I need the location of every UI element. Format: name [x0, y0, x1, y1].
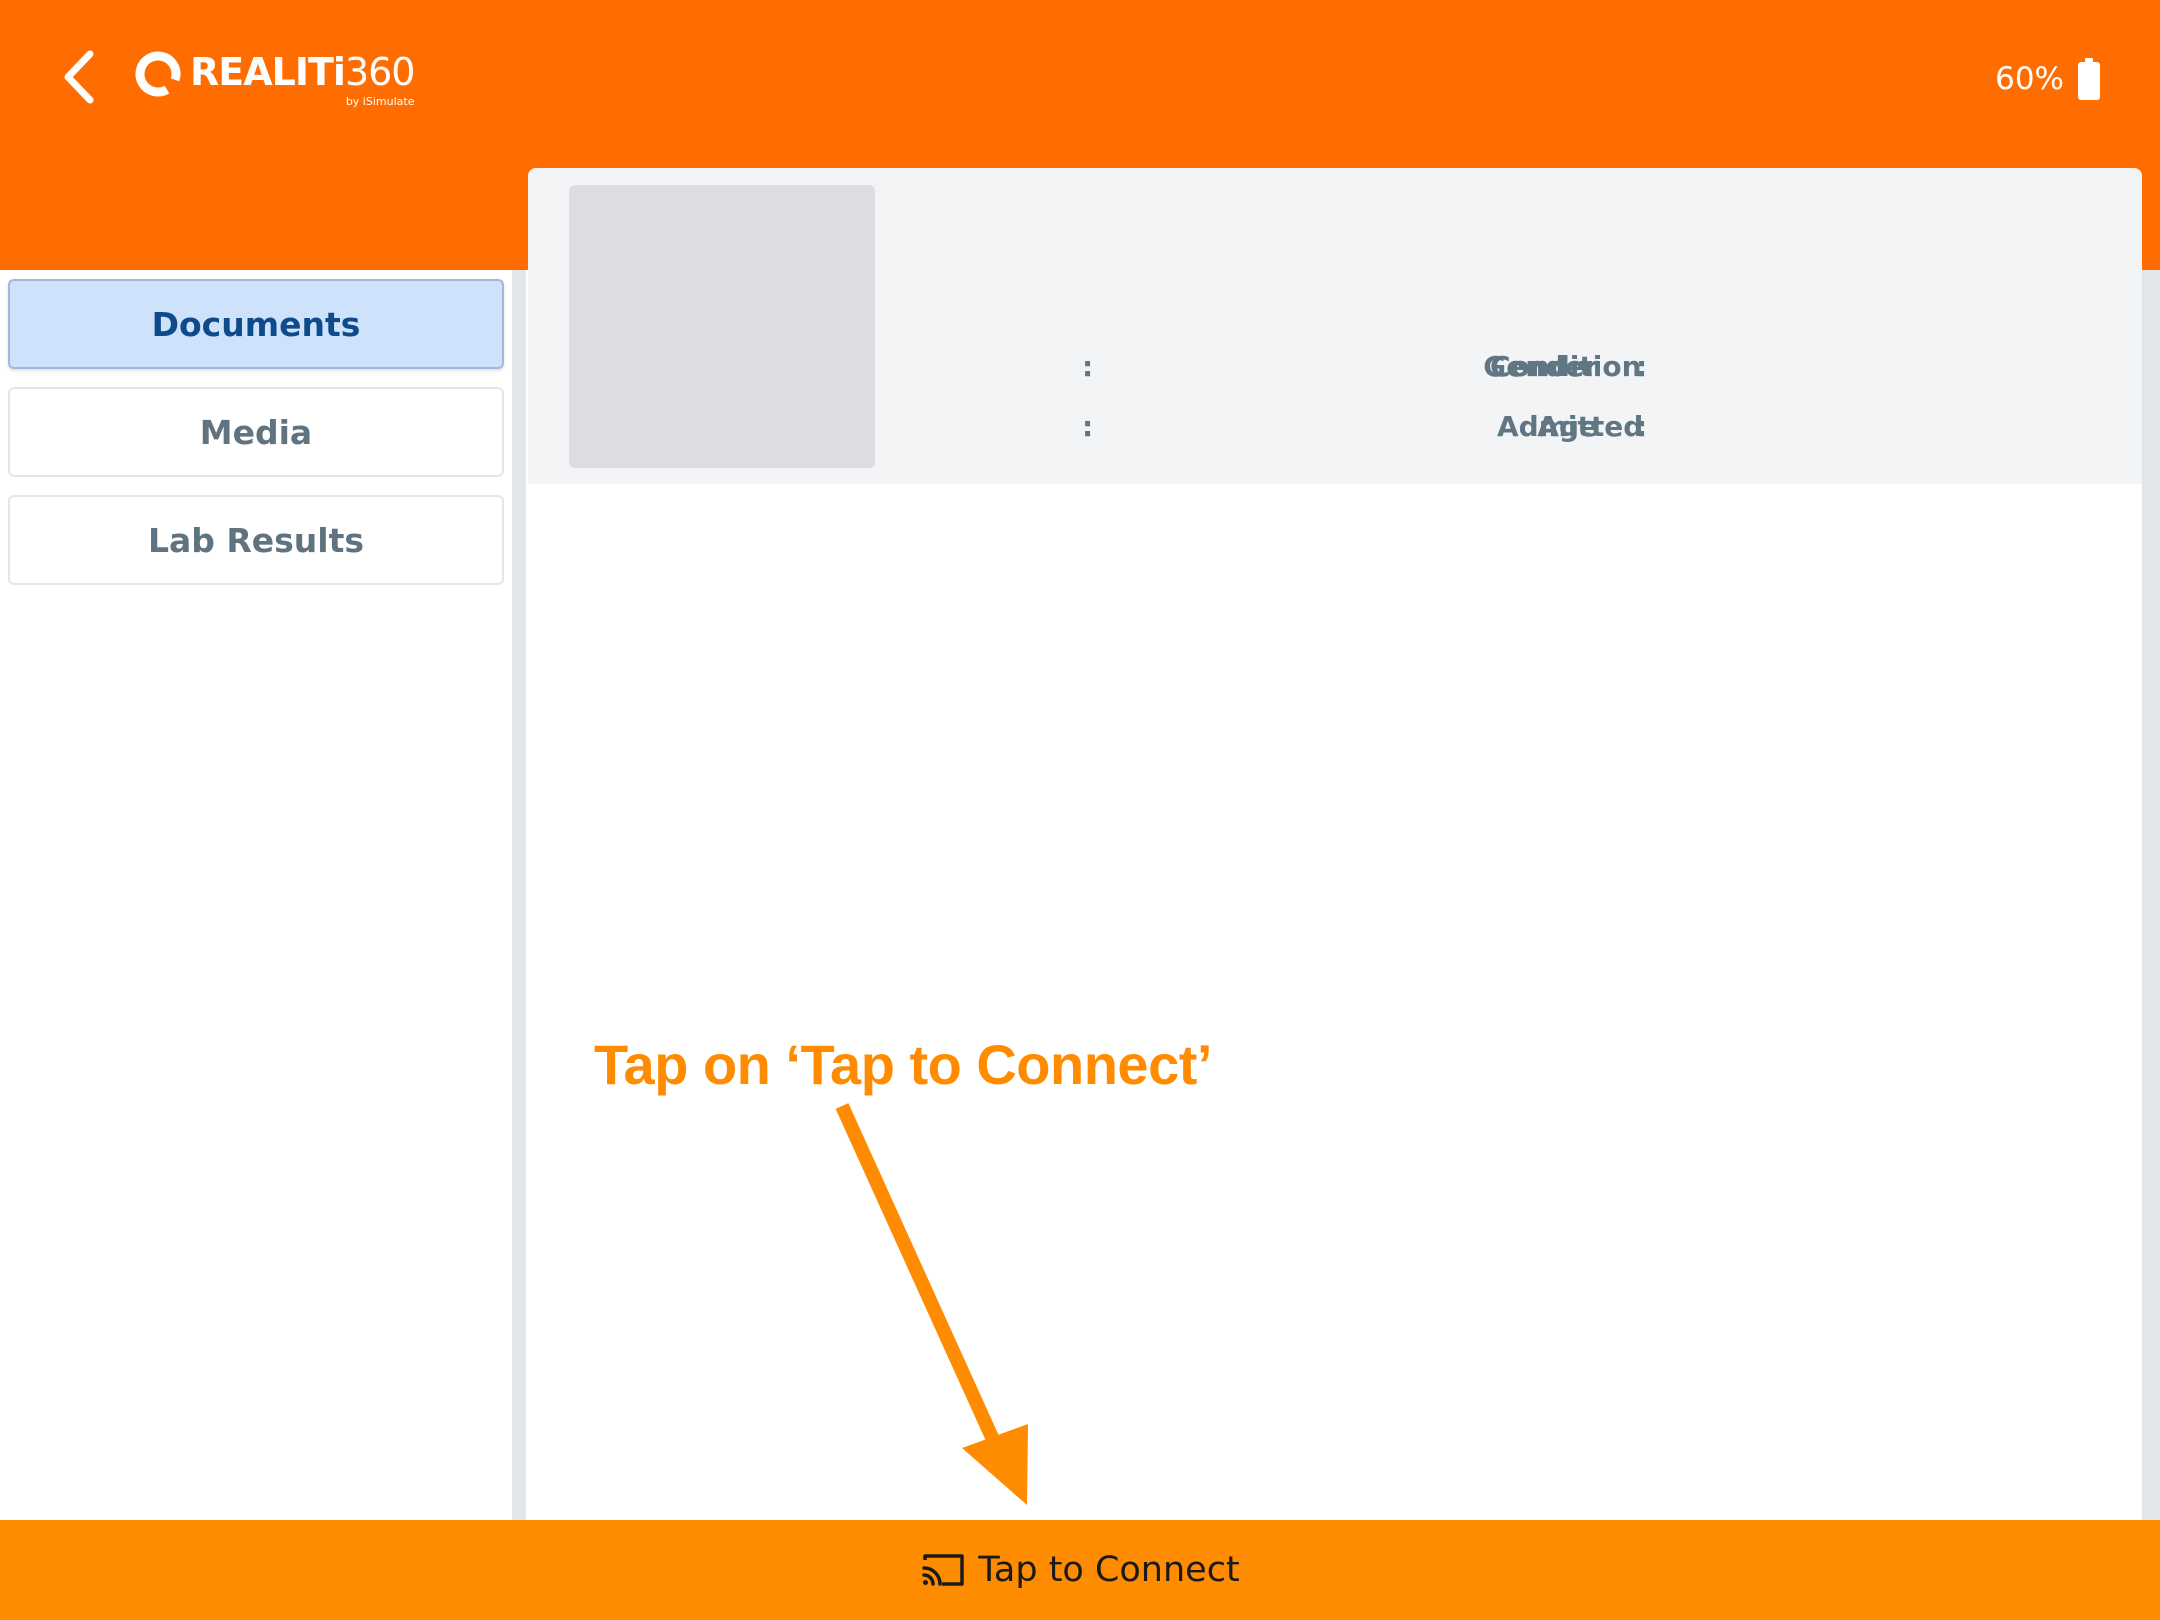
admitted-label: Admitted — [1497, 410, 1644, 443]
logo-ring-icon — [135, 51, 181, 97]
chevron-left-icon — [64, 50, 94, 104]
sidebar-item-label: Lab Results — [147, 520, 365, 560]
condition-separator: : — [1636, 350, 1648, 383]
gender-separator: : — [1082, 350, 1094, 383]
back-button[interactable] — [50, 40, 110, 114]
sidebar-item-lab-results[interactable]: Lab Results — [8, 495, 504, 585]
logo-wordmark: REALITi360 — [190, 50, 415, 94]
age-separator: : — [1082, 410, 1094, 443]
sidebar-item-label: Documents — [151, 304, 361, 344]
right-gutter — [2142, 270, 2160, 1520]
sidebar: Documents Media Lab Results — [0, 270, 526, 1520]
battery-icon — [2078, 58, 2100, 100]
main-panel: Gender : Age : Condition : Admitted : — [528, 168, 2142, 1520]
logo-subtitle: by iSimulate — [345, 95, 415, 108]
admitted-separator: : — [1636, 410, 1648, 443]
tap-to-connect-label: Tap to Connect — [978, 1550, 1240, 1590]
patient-photo — [569, 185, 875, 468]
instruction-annotation: Tap on ‘Tap to Connect’ — [594, 1033, 1212, 1096]
battery-percentage: 60% — [1995, 61, 2064, 97]
sidebar-item-media[interactable]: Media — [8, 387, 504, 477]
patient-header: Gender : Age : Condition : Admitted : — [528, 168, 2142, 484]
sidebar-item-label: Media — [199, 412, 313, 452]
condition-label: Condition — [1490, 350, 1642, 383]
cast-icon — [922, 1554, 965, 1586]
tap-to-connect-button[interactable]: Tap to Connect — [0, 1520, 2160, 1620]
app-logo: REALITi360 by iSimulate — [134, 44, 415, 124]
sidebar-item-documents[interactable]: Documents — [8, 279, 504, 369]
